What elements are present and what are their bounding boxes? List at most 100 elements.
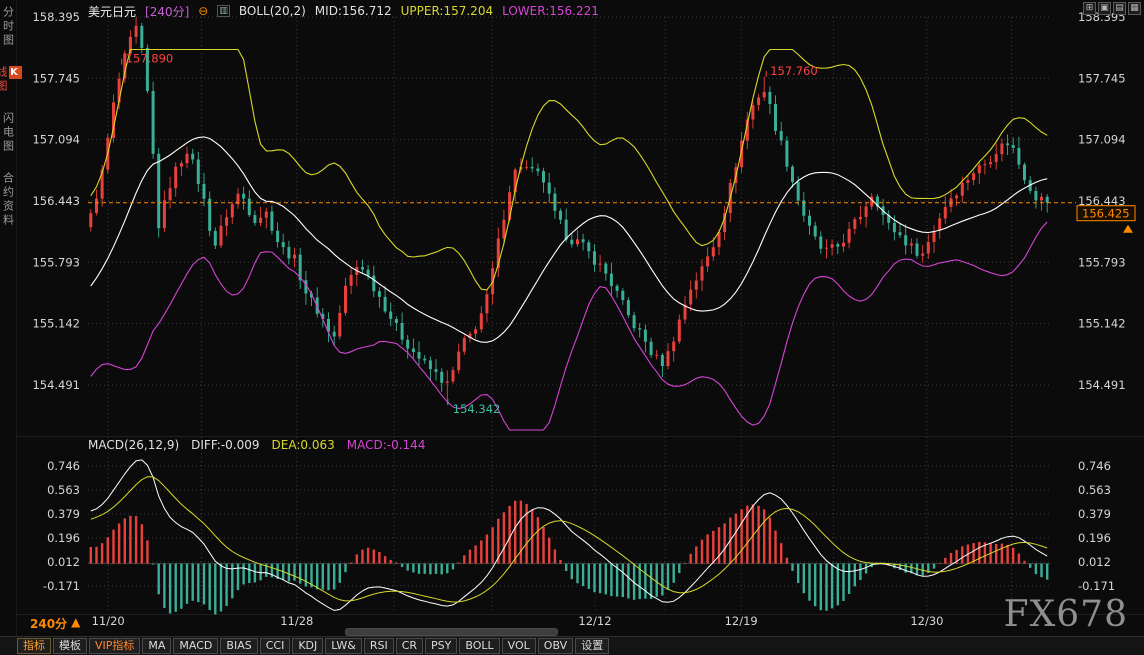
macd-macd-value: MACD:-0.144 (347, 438, 426, 452)
toolbar-tab-cr[interactable]: CR (396, 638, 423, 654)
candlestick-series (89, 18, 1048, 400)
svg-text:158.395: 158.395 (32, 10, 80, 24)
boll-lower-line (91, 222, 1047, 430)
svg-text:155.793: 155.793 (32, 255, 80, 269)
chart-header: 美元日元 [240分] ⊖ ▥ BOLL(20,2) MID:156.712 U… (88, 3, 599, 19)
k-line-badge: K (9, 66, 22, 79)
svg-text:155.793: 155.793 (1078, 255, 1126, 269)
sidebar-item-time-chart[interactable]: 分时图 (1, 6, 16, 48)
layout-icon[interactable]: ▤ (1113, 2, 1126, 15)
boll-upper-line (91, 50, 1047, 290)
macd-histogram (90, 501, 1049, 615)
svg-text:12/30: 12/30 (910, 614, 943, 628)
boll-mid-line (91, 137, 1047, 342)
svg-text:157.745: 157.745 (1078, 71, 1126, 85)
macd-header: MACD(26,12,9) DIFF:-0.009 DEA:0.063 MACD… (88, 438, 425, 452)
current-price-badge: 156.425 (1077, 206, 1135, 233)
timeframe-text: 240分 (30, 615, 67, 632)
svg-text:12/12: 12/12 (578, 614, 611, 628)
svg-text:0.746: 0.746 (47, 459, 80, 473)
toolbar-tab-templates[interactable]: 模板 (53, 638, 87, 654)
svg-text:11/20: 11/20 (92, 614, 125, 628)
sidebar-item-label: 线图 (0, 66, 8, 94)
svg-text:154.491: 154.491 (1078, 378, 1126, 392)
chart-canvas: 156.425157.890157.760154.342158.395158.3… (0, 0, 1144, 655)
svg-text:0.196: 0.196 (47, 531, 80, 545)
sidebar-item-flash-chart[interactable]: 闪电图 (1, 112, 16, 154)
price-annotation: 157.760 (766, 64, 818, 78)
svg-text:0.012: 0.012 (1078, 555, 1111, 569)
svg-text:12/19: 12/19 (725, 614, 758, 628)
boll-lower-value: LOWER:156.221 (502, 4, 599, 18)
macd-diff-value: DIFF:-0.009 (191, 438, 259, 452)
svg-text:0.563: 0.563 (47, 483, 80, 497)
toolbar-tab-cci[interactable]: CCI (260, 638, 291, 654)
svg-text:156.425: 156.425 (1082, 207, 1130, 221)
indicator-toolbar: 指标模板VIP指标MAMACDBIASCCIKDJLW&RSICRPSYBOLL… (0, 636, 1144, 655)
timeframe-label[interactable]: 240分 ▲ (30, 615, 80, 632)
svg-text:157.745: 157.745 (32, 71, 80, 85)
svg-text:0.379: 0.379 (1078, 507, 1111, 521)
svg-text:155.142: 155.142 (1078, 317, 1126, 331)
left-sidebar: 分时图K线图闪电图合约资料 (0, 0, 17, 636)
sidebar-item-label: 合约资料 (2, 172, 15, 228)
period-badge: [240分] (145, 3, 189, 20)
svg-text:0.196: 0.196 (1078, 531, 1111, 545)
price-direction-arrow-icon (1123, 225, 1133, 233)
up-arrow-icon: ▲ (71, 615, 80, 632)
price-annotation: 157.890 (122, 52, 174, 66)
svg-text:-0.171: -0.171 (43, 579, 80, 593)
horizontal-scrollbar-thumb[interactable] (345, 628, 558, 636)
svg-text:-0.171: -0.171 (1078, 579, 1115, 593)
macd-diff-line (91, 460, 1047, 611)
boll-mid-value: MID:156.712 (315, 4, 392, 18)
sidebar-item-k-line-chart[interactable]: K线图 (0, 66, 22, 94)
watermark: FX678 (1004, 594, 1128, 635)
macd-dea-value: DEA:0.063 (272, 438, 335, 452)
toolbar-tab-vol[interactable]: VOL (502, 638, 536, 654)
svg-text:11/28: 11/28 (280, 614, 313, 628)
sidebar-item-contract-info[interactable]: 合约资料 (1, 172, 16, 228)
svg-text:155.142: 155.142 (32, 317, 80, 331)
sidebar-item-label: 闪电图 (2, 112, 15, 154)
svg-text:0.379: 0.379 (47, 507, 80, 521)
toolbar-tab-kdj[interactable]: KDJ (292, 638, 323, 654)
boll-upper-value: UPPER:157.204 (401, 4, 493, 18)
toolbar-tab-boll[interactable]: BOLL (459, 638, 499, 654)
indicator-icon[interactable]: ▥ (217, 5, 230, 17)
macd-indicator-label: MACD(26,12,9) (88, 438, 179, 452)
svg-text:154.491: 154.491 (32, 378, 80, 392)
boll-indicator-label: BOLL(20,2) (239, 4, 306, 18)
toolbar-tab-lwr[interactable]: LW& (325, 638, 362, 654)
toolbar-tab-ma[interactable]: MA (142, 638, 171, 654)
scale-icon[interactable]: ▣ (1098, 2, 1111, 15)
svg-text:154.342: 154.342 (453, 402, 501, 416)
svg-text:0.012: 0.012 (47, 555, 80, 569)
toolbar-tab-vip-indicators[interactable]: VIP指标 (89, 638, 140, 654)
svg-text:157.094: 157.094 (1078, 133, 1126, 147)
symbol-title: 美元日元 (88, 3, 136, 20)
svg-text:157.094: 157.094 (32, 133, 80, 147)
svg-text:156.443: 156.443 (32, 194, 80, 208)
window-controls: ⊞▣▤▦ (1083, 2, 1141, 15)
toolbar-tab-settings[interactable]: 设置 (575, 638, 609, 654)
toolbar-tab-psy[interactable]: PSY (425, 638, 457, 654)
trading-chart-app: 156.425157.890157.760154.342158.395158.3… (0, 0, 1144, 655)
collapse-icon[interactable]: ⊖ (198, 4, 208, 18)
svg-text:0.563: 0.563 (1078, 483, 1111, 497)
svg-text:157.890: 157.890 (126, 52, 174, 66)
add-icon[interactable]: ⊞ (1083, 2, 1096, 15)
toolbar-tab-obv[interactable]: OBV (538, 638, 573, 654)
axis-labels: 158.395158.395157.745157.745157.094157.0… (32, 10, 1125, 593)
toolbar-tab-indicators[interactable]: 指标 (17, 638, 51, 654)
toolbar-tab-rsi[interactable]: RSI (364, 638, 394, 654)
svg-text:0.746: 0.746 (1078, 459, 1111, 473)
toolbar-tab-macd[interactable]: MACD (173, 638, 218, 654)
price-annotation: 154.342 (448, 399, 501, 416)
svg-text:157.760: 157.760 (770, 64, 818, 78)
toolbar-tab-bias[interactable]: BIAS (220, 638, 257, 654)
grid-icon[interactable]: ▦ (1128, 2, 1141, 15)
svg-text:156.443: 156.443 (1078, 194, 1126, 208)
macd-dea-line (91, 477, 1047, 602)
x-axis-labels: 11/20 11/28 12/12 12/19 12/30 (92, 614, 944, 628)
